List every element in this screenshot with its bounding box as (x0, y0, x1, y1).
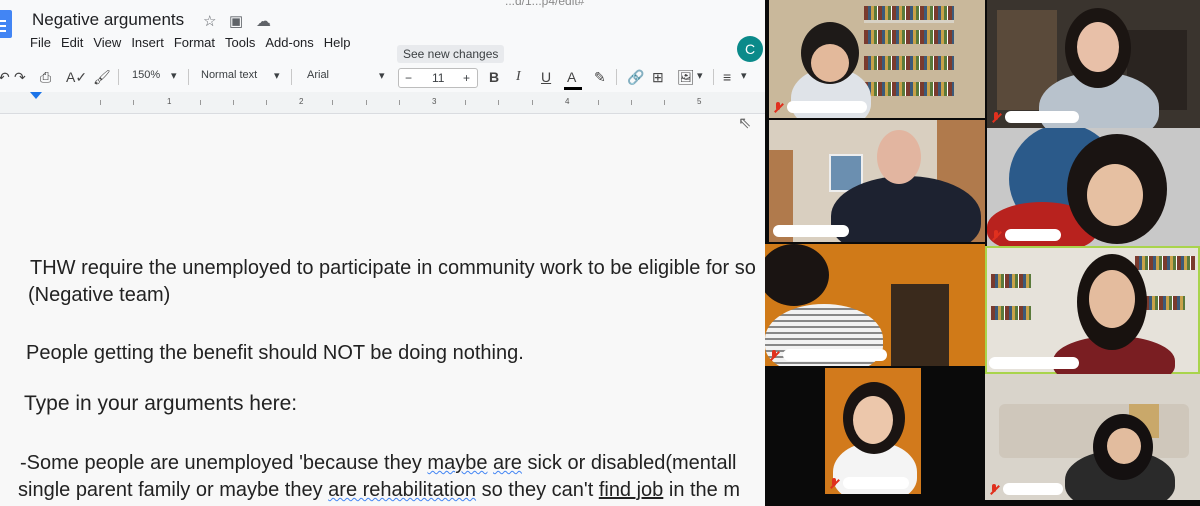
muted-mic-icon (829, 477, 839, 489)
participant-name-tag (989, 356, 1079, 370)
redo-icon[interactable]: ↷ (14, 66, 26, 88)
muted-mic-icon (773, 101, 783, 113)
muted-mic-icon (991, 111, 1001, 123)
zoom-select[interactable]: 150% (132, 69, 160, 81)
muted-mic-icon (769, 349, 779, 361)
menu-file[interactable]: File (30, 34, 56, 52)
muted-mic-icon (989, 483, 999, 495)
menu-bar: File Edit View Insert Format Tools Add-o… (30, 34, 356, 52)
comment-icon[interactable]: ⊞ (652, 66, 664, 88)
formatting-toolbar: ↶ ↷ ⎙ A✓ 🖌 150% ▾ Normal text ▾ Arial ▾ … (0, 63, 765, 91)
chevron-down-icon[interactable]: ▾ (274, 69, 280, 82)
participant-video-tile[interactable] (825, 368, 921, 494)
text-color-button[interactable]: A (567, 66, 576, 88)
participant-name-tag (773, 224, 849, 238)
participant-video-tile[interactable] (769, 0, 985, 118)
bold-button[interactable]: B (489, 66, 499, 88)
mouse-cursor-icon: ⇖ (738, 115, 752, 132)
increase-font-size-button[interactable]: + (463, 71, 470, 85)
undo-icon[interactable]: ↶ (0, 66, 10, 88)
participant-name-tag (769, 348, 887, 362)
participant-video-tile[interactable] (987, 0, 1200, 128)
participant-video-tile[interactable] (769, 120, 985, 242)
indent-marker-icon[interactable] (30, 92, 42, 99)
chevron-down-icon[interactable]: ▾ (379, 69, 385, 82)
participant-name-tag (991, 110, 1079, 124)
statement-text: People getting the benefit should NOT be… (26, 342, 524, 364)
participant-name-tag (989, 482, 1063, 496)
muted-mic-icon (991, 229, 1001, 241)
italic-button[interactable]: I (516, 66, 521, 88)
motion-text: THW require the unemployed to participat… (30, 257, 756, 279)
cloud-saved-icon: ☁ (256, 13, 271, 30)
menu-tools[interactable]: Tools (220, 34, 260, 52)
google-docs-window: ...d/1...p4/edit# Negative arguments ☆ ▣… (0, 0, 765, 506)
account-avatar[interactable]: C (737, 36, 763, 62)
star-icon[interactable]: ☆ (203, 12, 216, 30)
align-left-icon[interactable]: ≡ (723, 66, 731, 88)
see-new-changes-button[interactable]: See new changes (397, 45, 505, 63)
ruler[interactable]: 1 2 3 4 5 (0, 92, 765, 114)
participant-video-tile-active-speaker[interactable] (985, 246, 1200, 374)
menu-help[interactable]: Help (319, 34, 356, 52)
move-folder-icon[interactable]: ▣ (229, 12, 243, 30)
chevron-down-icon[interactable]: ▾ (697, 69, 703, 82)
argument-line-2: single parent family or maybe they are r… (18, 479, 741, 501)
participant-name-tag (991, 228, 1061, 242)
prompt-text: Type in your arguments here: (24, 392, 298, 415)
chevron-down-icon[interactable]: ▾ (741, 69, 747, 82)
font-size-box: − 11 + (398, 68, 478, 88)
menu-format[interactable]: Format (169, 34, 220, 52)
font-select[interactable]: Arial (307, 69, 329, 81)
video-call-gallery (765, 0, 1200, 506)
menu-edit[interactable]: Edit (56, 34, 88, 52)
underline-button[interactable]: U (541, 66, 551, 88)
paragraph-style-select[interactable]: Normal text (201, 69, 257, 81)
paint-format-icon[interactable]: 🖌 (93, 66, 111, 88)
chevron-down-icon[interactable]: ▾ (171, 69, 177, 82)
argument-line-1: -Some people are unemployed 'because the… (20, 452, 737, 474)
menu-addons[interactable]: Add-ons (260, 34, 318, 52)
decrease-font-size-button[interactable]: − (405, 71, 412, 85)
highlight-icon[interactable]: ✎ (594, 66, 606, 88)
participant-video-tile[interactable] (987, 128, 1200, 246)
print-icon[interactable]: ⎙ (40, 66, 51, 88)
participant-name-tag (773, 100, 867, 114)
menu-view[interactable]: View (88, 34, 126, 52)
spellcheck-icon[interactable]: A✓ (66, 66, 87, 88)
url-fragment: ...d/1...p4/edit# (505, 0, 585, 8)
team-label: (Negative team) (28, 284, 171, 306)
link-icon[interactable]: 🔗 (627, 66, 644, 88)
google-docs-logo-icon[interactable] (0, 10, 12, 38)
participant-name-tag (829, 476, 909, 490)
participant-video-tile[interactable] (765, 244, 985, 366)
document-page[interactable]: THW require the unemployed to participat… (0, 115, 765, 506)
document-title[interactable]: Negative arguments (32, 10, 184, 30)
image-icon[interactable]: 🖼 (677, 66, 695, 88)
font-size-input[interactable]: 11 (432, 71, 444, 85)
menu-insert[interactable]: Insert (126, 34, 169, 52)
participant-video-tile[interactable] (985, 374, 1200, 500)
